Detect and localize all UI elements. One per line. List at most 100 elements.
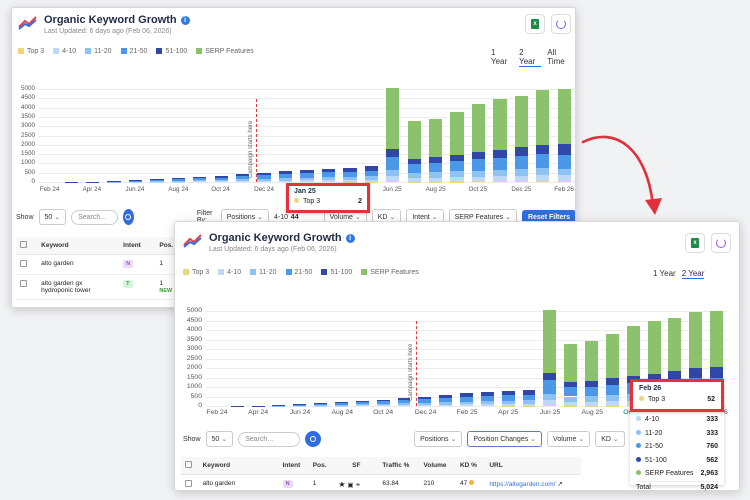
bar-segment[interactable] bbox=[480, 392, 494, 397]
bar-segment[interactable] bbox=[450, 154, 464, 162]
external-link-icon[interactable]: ↗ bbox=[557, 481, 562, 488]
bar-segment[interactable] bbox=[460, 396, 473, 402]
bar-segment[interactable] bbox=[300, 180, 314, 182]
bar-segment[interactable] bbox=[278, 178, 293, 181]
bar-segment[interactable] bbox=[214, 179, 228, 182]
bar-segment[interactable] bbox=[214, 177, 228, 180]
bar-segment[interactable] bbox=[536, 145, 550, 155]
bar-segment[interactable] bbox=[626, 326, 640, 376]
bar-segment[interactable] bbox=[278, 171, 293, 175]
bar-segment[interactable] bbox=[257, 178, 271, 181]
select-all-checkbox[interactable] bbox=[20, 241, 27, 248]
bar-segment[interactable] bbox=[471, 181, 486, 182]
bar-segment[interactable] bbox=[257, 180, 271, 182]
bar-segment[interactable] bbox=[585, 380, 598, 387]
bar-segment[interactable] bbox=[386, 156, 400, 170]
bar-segment[interactable] bbox=[171, 178, 185, 180]
col-sf[interactable]: SF bbox=[334, 457, 379, 475]
bar-segment[interactable] bbox=[386, 88, 400, 150]
bar-segment[interactable] bbox=[428, 172, 443, 178]
row-checkbox[interactable] bbox=[20, 280, 27, 287]
bar-segment[interactable] bbox=[557, 174, 571, 182]
bar-segment[interactable] bbox=[407, 172, 421, 178]
bar-segment[interactable] bbox=[493, 98, 507, 151]
bar-segment[interactable] bbox=[522, 390, 536, 395]
bar-segment[interactable] bbox=[557, 144, 571, 155]
bar-segment[interactable] bbox=[407, 163, 421, 173]
bar-segment[interactable] bbox=[605, 377, 619, 385]
bar-segment[interactable] bbox=[407, 121, 421, 159]
bar-segment[interactable] bbox=[460, 393, 473, 397]
bar-segment[interactable] bbox=[386, 169, 400, 177]
bar-segment[interactable] bbox=[418, 399, 432, 403]
bar-segment[interactable] bbox=[471, 159, 486, 171]
bar-segment[interactable] bbox=[439, 394, 453, 398]
search-button[interactable] bbox=[305, 431, 322, 447]
bar-segment[interactable] bbox=[364, 179, 378, 182]
bar-segment[interactable] bbox=[428, 157, 443, 163]
row-checkbox[interactable] bbox=[185, 480, 192, 487]
bar-segment[interactable] bbox=[407, 158, 421, 164]
bar-segment[interactable] bbox=[514, 175, 529, 182]
bar-segment[interactable] bbox=[343, 180, 357, 182]
bar-segment[interactable] bbox=[471, 103, 486, 153]
bar-segment[interactable] bbox=[355, 405, 369, 406]
bar-segment[interactable] bbox=[214, 175, 228, 178]
bar-segment[interactable] bbox=[450, 171, 464, 178]
kd-filter[interactable]: KD bbox=[595, 431, 625, 447]
col-keyword[interactable]: Keyword bbox=[198, 457, 279, 475]
bar-segment[interactable] bbox=[605, 395, 619, 402]
bar-segment[interactable] bbox=[543, 400, 557, 406]
position-changes-filter[interactable]: Position Changes bbox=[467, 431, 543, 447]
bar-segment[interactable] bbox=[557, 154, 571, 169]
bar-segment[interactable] bbox=[522, 400, 536, 404]
search-input[interactable]: Search... bbox=[238, 431, 301, 447]
bar-segment[interactable] bbox=[150, 179, 164, 181]
select-all-checkbox[interactable] bbox=[185, 461, 192, 468]
bar-segment[interactable] bbox=[493, 169, 507, 177]
bar-segment[interactable] bbox=[236, 181, 250, 182]
bar-segment[interactable] bbox=[689, 368, 703, 378]
bar-segment[interactable] bbox=[557, 168, 571, 175]
url-link[interactable]: https://altogarden.com/ bbox=[489, 481, 555, 488]
bar-segment[interactable] bbox=[214, 181, 228, 182]
bar-segment[interactable] bbox=[193, 178, 207, 181]
row-checkbox[interactable] bbox=[20, 260, 27, 267]
bar-segment[interactable] bbox=[314, 403, 328, 404]
bar-segment[interactable] bbox=[397, 405, 411, 406]
bar-segment[interactable] bbox=[647, 321, 661, 374]
bar-segment[interactable] bbox=[514, 95, 529, 148]
bar-segment[interactable] bbox=[364, 176, 378, 180]
bar-segment[interactable] bbox=[257, 175, 271, 179]
bar-segment[interactable] bbox=[557, 181, 571, 182]
bar-segment[interactable] bbox=[710, 367, 724, 378]
bar-segment[interactable] bbox=[564, 401, 578, 406]
bar-segment[interactable] bbox=[150, 181, 164, 182]
volume-filter[interactable]: Volume bbox=[547, 431, 591, 447]
col-traffic[interactable]: Traffic % bbox=[378, 457, 420, 475]
bar-segment[interactable] bbox=[689, 311, 703, 369]
bar-segment[interactable] bbox=[293, 404, 307, 405]
keyword-cell[interactable]: alto garden bbox=[37, 254, 120, 275]
bar-segment[interactable] bbox=[193, 176, 207, 179]
bar-segment[interactable] bbox=[364, 170, 378, 177]
bar-segment[interactable] bbox=[543, 405, 557, 406]
bar-segment[interactable] bbox=[376, 399, 390, 402]
bar-segment[interactable] bbox=[668, 317, 682, 371]
bar-segment[interactable] bbox=[428, 162, 443, 173]
bar-segment[interactable] bbox=[355, 404, 369, 406]
bar-segment[interactable] bbox=[128, 180, 143, 182]
bar-segment[interactable] bbox=[334, 404, 348, 406]
bar-segment[interactable] bbox=[543, 372, 557, 381]
bar-segment[interactable] bbox=[493, 150, 507, 159]
bar-segment[interactable] bbox=[418, 404, 432, 406]
col-keyword[interactable]: Keyword bbox=[37, 237, 120, 255]
col-intent[interactable]: Intent bbox=[119, 237, 156, 255]
bar-segment[interactable] bbox=[514, 155, 529, 169]
bar-segment[interactable] bbox=[343, 171, 357, 177]
bar-segment[interactable] bbox=[171, 179, 185, 181]
bar-segment[interactable] bbox=[334, 402, 348, 404]
bar-segment[interactable] bbox=[193, 180, 207, 182]
col-kd[interactable]: KD % bbox=[455, 457, 486, 475]
bar-segment[interactable] bbox=[501, 391, 515, 396]
